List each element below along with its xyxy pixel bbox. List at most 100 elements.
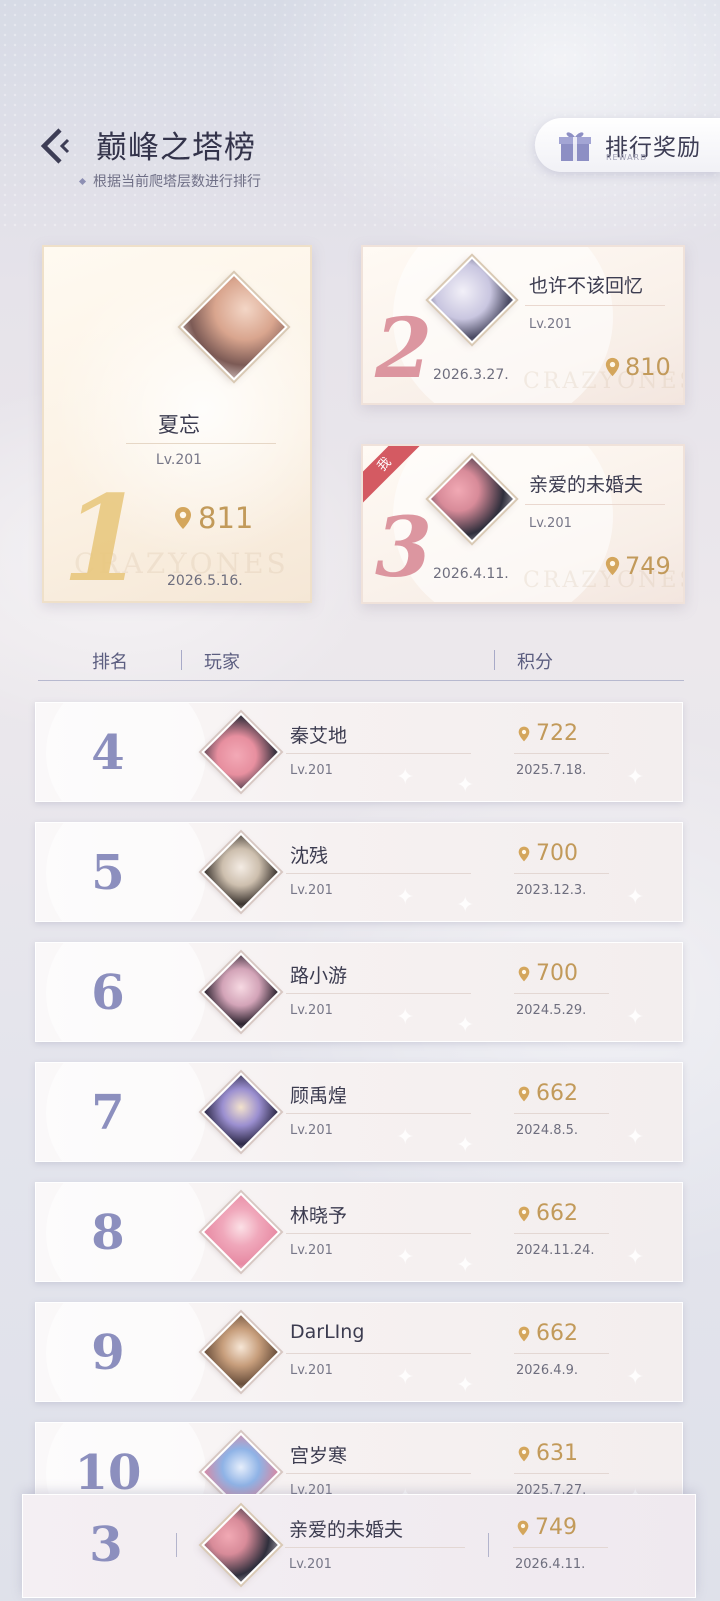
table-row[interactable]: ✦ ✦ ✦ 5 沈残 Lv.201 700 2023.12.3. bbox=[35, 822, 683, 922]
player-level: Lv.201 bbox=[289, 1557, 332, 1572]
table-row[interactable]: ✦ ✦ ✦ 8 林晓予 Lv.201 662 2024.11.24. bbox=[35, 1182, 683, 1282]
score-display: 700 bbox=[518, 841, 578, 866]
player-name: 路小游 bbox=[290, 965, 348, 987]
page-title: 巅峰之塔榜 bbox=[96, 130, 256, 166]
avatar[interactable] bbox=[201, 712, 281, 792]
row-rank: 10 bbox=[74, 1445, 142, 1501]
score-display: 811 bbox=[174, 501, 253, 535]
divider bbox=[514, 1233, 609, 1234]
me-badge: 我 bbox=[363, 446, 427, 507]
avatar[interactable] bbox=[201, 952, 281, 1032]
record-date: 2026.3.27. bbox=[433, 367, 509, 383]
location-pin-icon bbox=[605, 357, 620, 377]
subtitle-bullet-icon bbox=[78, 177, 87, 185]
score-value: 810 bbox=[625, 353, 671, 381]
back-button[interactable] bbox=[38, 124, 74, 168]
divider bbox=[126, 443, 276, 444]
score-display: 700 bbox=[518, 961, 578, 986]
table-row[interactable]: ✦ ✦ ✦ 4 秦艾地 Lv.201 722 2025.7.18. bbox=[35, 702, 683, 802]
score-display: 722 bbox=[518, 721, 578, 746]
location-pin-icon bbox=[518, 1326, 530, 1341]
avatar[interactable] bbox=[428, 256, 516, 344]
location-pin-icon bbox=[517, 1520, 529, 1535]
column-separator bbox=[176, 1533, 177, 1557]
podium-rank-numeral: 1 bbox=[62, 469, 145, 608]
column-separator bbox=[181, 650, 182, 670]
player-level: Lv.201 bbox=[290, 1003, 333, 1018]
record-date: 2026.4.9. bbox=[516, 1363, 579, 1378]
podium-card-rank-1[interactable]: CRAZYONES 1 夏忘 Lv.201 811 2026.5.16. bbox=[42, 245, 312, 608]
record-date: 2026.4.11. bbox=[433, 566, 509, 582]
score-display: 749 bbox=[605, 552, 671, 580]
score-display: 662 bbox=[518, 1201, 578, 1226]
location-pin-icon bbox=[175, 507, 191, 529]
player-level: Lv.201 bbox=[155, 452, 203, 468]
score-value: 631 bbox=[536, 1441, 578, 1466]
score-display: 631 bbox=[518, 1441, 578, 1466]
avatar[interactable] bbox=[201, 1072, 281, 1152]
column-header-rank: 排名 bbox=[92, 652, 128, 673]
player-level: Lv.201 bbox=[290, 1363, 333, 1378]
avatar[interactable] bbox=[180, 273, 288, 381]
column-header-player: 玩家 bbox=[204, 652, 240, 673]
player-level: Lv.201 bbox=[290, 883, 333, 898]
table-row[interactable]: ✦ ✦ ✦ 7 顾禹煌 Lv.201 662 2024.8.5. bbox=[35, 1062, 683, 1162]
player-name: 顾禹煌 bbox=[290, 1085, 348, 1107]
row-rank: 6 bbox=[91, 965, 125, 1021]
table-row[interactable]: ✦ ✦ ✦ 9 DarLIng Lv.201 662 2026.4.9. bbox=[35, 1302, 683, 1402]
column-header-score: 积分 bbox=[517, 652, 553, 673]
divider bbox=[285, 1547, 465, 1548]
player-name: 亲爱的未婚夫 bbox=[289, 1519, 404, 1541]
header-divider bbox=[38, 680, 684, 681]
podium-card-rank-2[interactable]: CRAZYONES 2 也许不该回忆 Lv.201 2026.3.27. 810 bbox=[361, 245, 685, 405]
location-pin-icon bbox=[518, 846, 530, 861]
score-value: 749 bbox=[535, 1515, 577, 1540]
divider bbox=[514, 1473, 609, 1474]
record-date: 2023.12.3. bbox=[516, 883, 587, 898]
ranking-reward-button[interactable]: 排行奖励 REWARD bbox=[535, 118, 720, 172]
divider bbox=[525, 305, 665, 306]
divider bbox=[514, 873, 609, 874]
my-rank-row[interactable]: 3 亲爱的未婚夫 Lv.201 749 2026.4.11. bbox=[22, 1494, 696, 1598]
divider bbox=[286, 873, 471, 874]
score-value: 700 bbox=[536, 841, 578, 866]
player-level: Lv.201 bbox=[529, 317, 572, 332]
row-rank: 9 bbox=[91, 1325, 125, 1381]
score-display: 662 bbox=[518, 1081, 578, 1106]
divider bbox=[286, 1113, 471, 1114]
background-dots bbox=[0, 0, 720, 230]
divider bbox=[286, 1233, 471, 1234]
row-rank: 7 bbox=[91, 1085, 125, 1141]
player-level: Lv.201 bbox=[290, 763, 333, 778]
location-pin-icon bbox=[518, 966, 530, 981]
podium-card-rank-3[interactable]: CRAZYONES 我 3 亲爱的未婚夫 Lv.201 2026.4.11. 7… bbox=[361, 444, 685, 604]
column-separator bbox=[488, 1533, 489, 1557]
podium-rank-numeral: 3 bbox=[375, 500, 433, 596]
player-name: 也许不该回忆 bbox=[529, 275, 644, 297]
score-value: 662 bbox=[536, 1201, 578, 1226]
avatar[interactable] bbox=[201, 1312, 281, 1392]
location-pin-icon bbox=[518, 1446, 530, 1461]
player-level: Lv.201 bbox=[290, 1243, 333, 1258]
avatar[interactable] bbox=[201, 832, 281, 912]
record-date: 2024.11.24. bbox=[516, 1243, 595, 1258]
row-rank: 8 bbox=[91, 1205, 125, 1261]
record-date: 2024.5.29. bbox=[516, 1003, 587, 1018]
score-display: 810 bbox=[605, 353, 671, 381]
page-subtitle: 根据当前爬塔层数进行排行 bbox=[78, 171, 261, 191]
record-date: 2026.4.11. bbox=[515, 1557, 586, 1572]
column-separator bbox=[494, 650, 495, 670]
score-value: 749 bbox=[625, 552, 671, 580]
avatar[interactable] bbox=[201, 1192, 281, 1272]
player-name: 宫岁寒 bbox=[290, 1445, 348, 1467]
location-pin-icon bbox=[605, 556, 620, 576]
score-display: 662 bbox=[518, 1321, 578, 1346]
player-name: 林晓予 bbox=[290, 1205, 348, 1227]
score-display: 749 bbox=[517, 1515, 577, 1540]
avatar[interactable] bbox=[428, 455, 516, 543]
avatar[interactable] bbox=[201, 1505, 281, 1585]
table-row[interactable]: ✦ ✦ ✦ 6 路小游 Lv.201 700 2024.5.29. bbox=[35, 942, 683, 1042]
player-name: 亲爱的未婚夫 bbox=[529, 474, 644, 496]
score-value: 662 bbox=[536, 1081, 578, 1106]
divider bbox=[514, 1353, 609, 1354]
